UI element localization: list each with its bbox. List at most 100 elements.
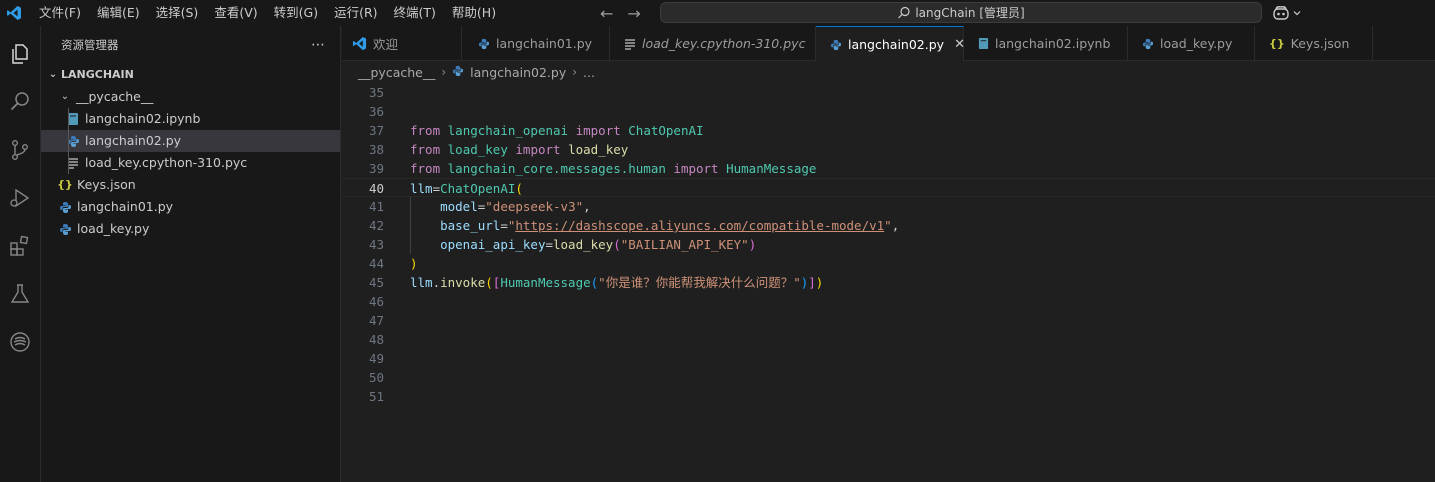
line-number: 44 xyxy=(368,256,384,271)
line-number: 42 xyxy=(368,218,384,233)
tab-label: langchain01.py xyxy=(496,36,593,51)
explorer-sidebar: 资源管理器 ⋯ ⌄ LANGCHAIN ⌄ __pycache__ langch… xyxy=(41,26,341,482)
tab-bar: 欢迎 langchain01.py load_key.cpython-310.p… xyxy=(342,26,1435,62)
menu-go[interactable]: 转到(G) xyxy=(266,0,326,26)
search-view-icon[interactable] xyxy=(4,86,36,118)
indent-guide xyxy=(68,130,69,152)
code-line[interactable]: 37 from langchain_openai import ChatOpenA… xyxy=(342,121,1435,140)
tab-welcome[interactable]: 欢迎 xyxy=(342,26,462,61)
code-text: from load_key import load_key xyxy=(410,142,629,157)
tab-load-key-pyc[interactable]: load_key.cpython-310.pyc xyxy=(610,26,816,61)
menu-help[interactable]: 帮助(H) xyxy=(444,0,504,26)
code-line[interactable]: 43 openai_api_key=load_key("BAILIAN_API_… xyxy=(342,235,1435,254)
explorer-icon[interactable] xyxy=(4,38,36,70)
file-label: Keys.json xyxy=(77,177,136,192)
breadcrumb-symbols[interactable]: ... xyxy=(583,65,595,80)
menu-bar: 文件(F) 编辑(E) 选择(S) 查看(V) 转到(G) 运行(R) 终端(T… xyxy=(31,0,504,26)
breadcrumb-file[interactable]: langchain02.py xyxy=(470,65,566,80)
code-line[interactable]: 41 model="deepseek-v3", xyxy=(342,197,1435,216)
back-arrow-icon[interactable]: ← xyxy=(600,4,613,23)
line-number: 37 xyxy=(368,123,384,138)
tab-langchain01-py[interactable]: langchain01.py xyxy=(462,26,610,61)
code-line[interactable]: 51 xyxy=(342,387,1435,406)
tab-langchain02-ipynb[interactable]: langchain02.ipynb xyxy=(964,26,1128,61)
tab-langchain02-py[interactable]: langchain02.py ✕ xyxy=(816,26,965,62)
code-line[interactable]: 50 xyxy=(342,368,1435,387)
code-text: openai_api_key=load_key("BAILIAN_API_KEY… xyxy=(440,237,757,252)
sidebar-header: 资源管理器 ⋯ xyxy=(41,26,340,64)
navigation-arrows: ← → xyxy=(600,0,641,26)
code-line[interactable]: 39 from langchain_core.messages.human imp… xyxy=(342,159,1435,178)
tree-file-keys-json[interactable]: {} Keys.json xyxy=(41,174,340,196)
workspace-section[interactable]: ⌄ LANGCHAIN xyxy=(41,64,340,86)
indent-guide xyxy=(68,108,69,130)
code-line[interactable]: 49 xyxy=(342,349,1435,368)
file-label: load_key.py xyxy=(77,221,150,236)
code-text: llm.invoke([HumanMessage("你是谁？你能帮我解决什么问题… xyxy=(410,275,824,290)
title-bar: 文件(F) 编辑(E) 选择(S) 查看(V) 转到(G) 运行(R) 终端(T… xyxy=(0,0,1435,26)
code-line[interactable]: 48 xyxy=(342,330,1435,349)
chevron-right-icon: › xyxy=(441,65,447,79)
json-icon: {} xyxy=(1269,37,1285,50)
line-number: 36 xyxy=(368,104,384,119)
code-line-current[interactable]: 40 llm=ChatOpenAI( xyxy=(342,178,1435,197)
line-number: 39 xyxy=(368,161,384,176)
file-label: load_key.cpython-310.pyc xyxy=(85,155,248,170)
code-line[interactable]: 47 xyxy=(342,311,1435,330)
chevron-down-icon: ⌄ xyxy=(60,91,70,102)
menu-run[interactable]: 运行(R) xyxy=(326,0,385,26)
remote-explorer-icon[interactable] xyxy=(4,326,36,358)
testing-flask-icon[interactable] xyxy=(4,278,36,310)
menu-selection[interactable]: 选择(S) xyxy=(148,0,207,26)
tree-file-ipynb[interactable]: langchain02.ipynb xyxy=(41,108,340,130)
forward-arrow-icon[interactable]: → xyxy=(627,4,640,23)
python-icon xyxy=(57,221,73,237)
code-line[interactable]: 36 xyxy=(342,102,1435,121)
extensions-icon[interactable] xyxy=(4,230,36,262)
chevron-down-icon: ⌄ xyxy=(48,69,58,80)
tab-keys-json[interactable]: {} Keys.json xyxy=(1255,26,1373,61)
code-line[interactable]: 38 from load_key import load_key xyxy=(342,140,1435,159)
copilot-icon xyxy=(1273,6,1289,20)
notebook-icon xyxy=(978,37,989,50)
code-text: llm=ChatOpenAI( xyxy=(410,181,523,196)
command-center-search[interactable]: langChain [管理员] xyxy=(660,2,1262,23)
code-editor[interactable]: 35 36 37 from langchain_openai import Cha… xyxy=(342,83,1435,406)
code-line[interactable]: 42 base_url="https://dashscope.aliyuncs.… xyxy=(342,216,1435,235)
tree-folder-pycache[interactable]: ⌄ __pycache__ xyxy=(41,86,340,108)
folder-label: __pycache__ xyxy=(76,89,154,104)
line-number: 49 xyxy=(368,351,384,366)
file-label: langchain02.py xyxy=(85,133,182,148)
copilot-button[interactable] xyxy=(1272,0,1302,26)
code-line[interactable]: 45 llm.invoke([HumanMessage("你是谁？你能帮我解决什么… xyxy=(342,273,1435,292)
more-actions-icon[interactable]: ⋯ xyxy=(311,37,326,53)
code-line[interactable]: 44) xyxy=(342,254,1435,273)
run-debug-icon[interactable] xyxy=(4,182,36,214)
line-number: 50 xyxy=(368,370,384,385)
breadcrumb-folder[interactable]: __pycache__ xyxy=(358,65,435,80)
code-line[interactable]: 46 xyxy=(342,292,1435,311)
code-text: from langchain_core.messages.human impor… xyxy=(410,161,817,176)
line-number: 45 xyxy=(368,275,384,290)
code-line[interactable]: 35 xyxy=(342,83,1435,102)
tab-label: load_key.py xyxy=(1160,36,1233,51)
url-link[interactable]: https://dashscope.aliyuncs.com/compatibl… xyxy=(515,218,884,233)
tree-file-langchain01-py[interactable]: langchain01.py xyxy=(41,196,340,218)
tab-load-key-py[interactable]: load_key.py xyxy=(1128,26,1255,61)
tree-file-pyc[interactable]: load_key.cpython-310.pyc xyxy=(41,152,340,174)
python-icon xyxy=(478,38,490,50)
line-number: 43 xyxy=(368,237,384,252)
tab-label: langchain02.py xyxy=(848,37,945,52)
lines-icon xyxy=(624,38,636,50)
menu-view[interactable]: 查看(V) xyxy=(206,0,265,26)
tree-file-langchain02-py[interactable]: langchain02.py xyxy=(41,130,340,152)
tree-file-load-key-py[interactable]: load_key.py xyxy=(41,218,340,240)
tab-label: Keys.json xyxy=(1290,36,1350,51)
menu-terminal[interactable]: 终端(T) xyxy=(386,0,444,26)
line-number: 46 xyxy=(368,294,384,309)
line-number: 47 xyxy=(368,313,384,328)
source-control-icon[interactable] xyxy=(4,134,36,166)
python-icon xyxy=(57,199,73,215)
menu-edit[interactable]: 编辑(E) xyxy=(89,0,148,26)
menu-file[interactable]: 文件(F) xyxy=(31,0,89,26)
